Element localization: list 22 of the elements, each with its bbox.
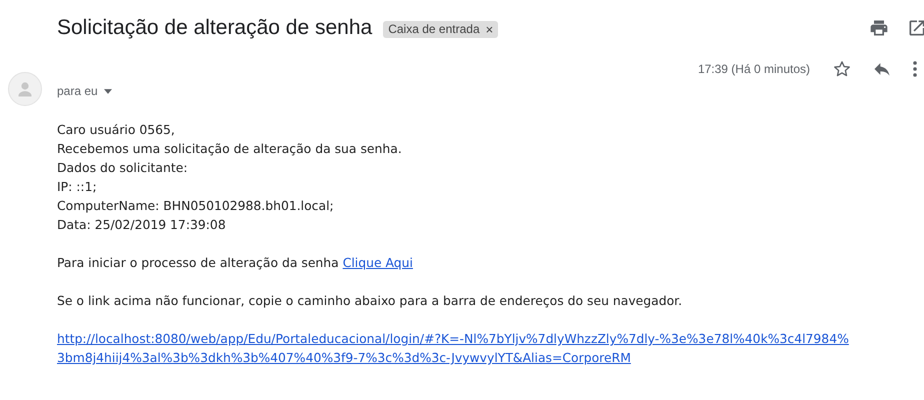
body-text: Se o link acima não funcionar, copie o caminho abaixo para a barra de endereços do seu navegador. — [57, 292, 684, 310]
body-text: Recebemos uma solicitação de alteração da sua senha. — [57, 140, 403, 158]
click-here-link[interactable]: Clique Aqui — [342, 255, 413, 270]
print-icon[interactable] — [869, 18, 889, 38]
recipient-text: para eu — [57, 84, 98, 98]
new-window-icon[interactable] — [907, 18, 924, 38]
body-text: Para iniciar o processo de alteração da senha — [57, 255, 339, 270]
url-link[interactable]: 3bm8j4hiij4%3al%3b%3dkh%3b%407%40%3f9-7%3c%3d%3c-JvywvylYT&Alias=CorporeRM — [57, 348, 631, 367]
body-text: Data: 25/02/2019 17:39:08 — [57, 216, 227, 234]
email-subject: Solicitação de alteração de senha — [57, 16, 372, 40]
url-link[interactable]: http://localhost:8080/web/app/Edu/Portaleducacional/login/#?K=-Nl%7bYljv%7dlyWhzzZly%7dly-%3e%3e78l%40k%3c4l7984% — [57, 329, 849, 348]
body-text: Caro usuário 0565, — [57, 121, 176, 139]
body-text: ComputerName: BHN050102988.bh01.local; — [57, 197, 335, 215]
remove-label-button[interactable]: × — [486, 22, 494, 36]
star-icon[interactable] — [832, 59, 852, 79]
more-options-icon[interactable] — [912, 59, 918, 79]
label-text: Caixa de entrada — [388, 22, 480, 36]
caret-icon[interactable] — [104, 88, 112, 94]
avatar-icon — [8, 72, 42, 106]
body-text: IP: ::1; — [57, 178, 98, 196]
body-text: Dados do solicitante: — [57, 159, 188, 177]
message-time: 17:39 (Há 0 minutos) — [698, 62, 810, 76]
